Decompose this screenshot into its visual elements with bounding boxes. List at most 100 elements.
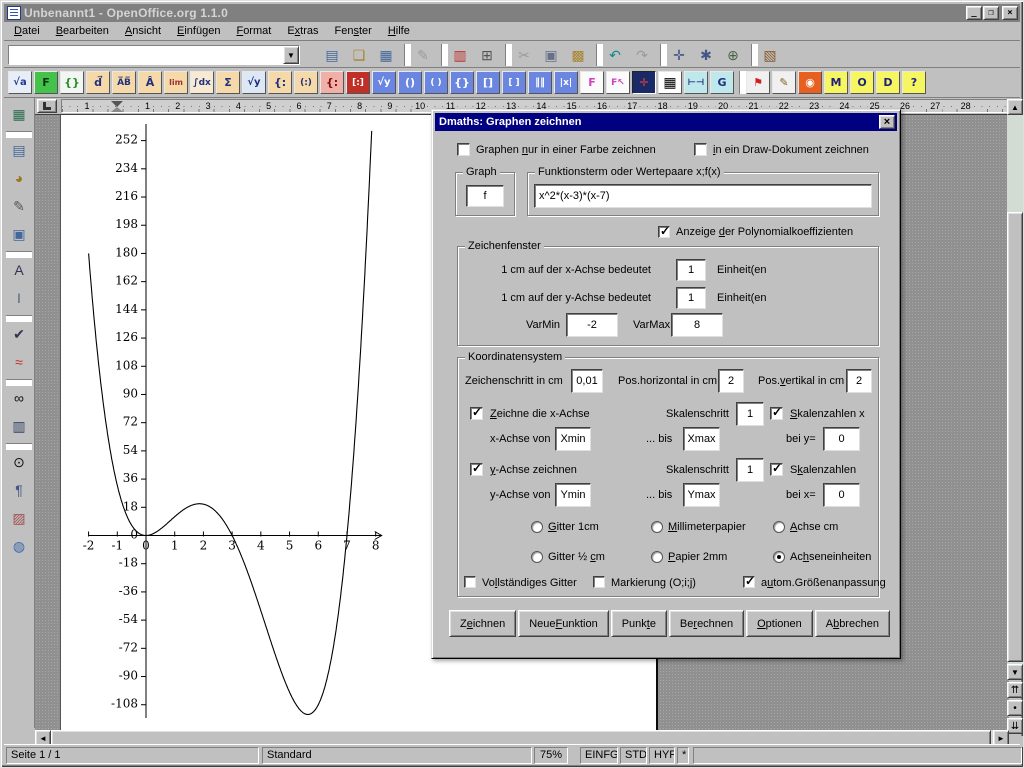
open-icon[interactable]: ❏	[347, 44, 371, 66]
y-scale-field[interactable]: 1	[676, 287, 706, 309]
bracket-colon-red-icon[interactable]: [:]	[346, 71, 370, 94]
zeichenschritt-field[interactable]: 0,01	[571, 369, 603, 393]
draw-graph-icon[interactable]: ✛	[632, 71, 656, 94]
y-bis-field[interactable]: Ymax	[683, 483, 720, 507]
papier-2mm-radio[interactable]	[651, 551, 663, 563]
vector-d-icon[interactable]: d⃗	[86, 71, 110, 94]
segment-ab-icon[interactable]: A̅B̅	[112, 71, 136, 94]
redo-icon[interactable]: ↷	[630, 44, 654, 66]
vertical-scrollbar-track[interactable]	[1007, 115, 1023, 664]
varmin-field[interactable]: -2	[566, 313, 618, 337]
autospellcheck-icon[interactable]: ≈	[6, 350, 32, 374]
status-selection-mode[interactable]: STD	[620, 747, 647, 764]
one-color-checkbox[interactable]	[457, 143, 470, 156]
dmaths-m-icon[interactable]: M	[824, 71, 848, 94]
optionen-button[interactable]: Optionen	[746, 610, 813, 637]
status-hyperlink-mode[interactable]: HYP	[649, 747, 675, 764]
autosize-checkbox[interactable]	[743, 576, 755, 588]
sqrt-y-icon[interactable]: √y	[242, 71, 266, 94]
poly-coefficients-label[interactable]: Anzeige der Polynomialkoeffizienten	[676, 226, 853, 239]
function-f-icon[interactable]: F	[34, 71, 58, 94]
limit-icon[interactable]: lim	[164, 71, 188, 94]
parens-small-icon[interactable]: ()	[398, 71, 422, 94]
x-von-field[interactable]: Xmin	[555, 427, 591, 451]
f-magenta-icon[interactable]: F	[580, 71, 604, 94]
online-layout-icon[interactable]: ◍	[6, 534, 32, 558]
next-page-button[interactable]: ⇊	[1007, 718, 1023, 734]
draw-doc-label[interactable]: in ein Draw-Dokument zeichnen	[713, 144, 869, 157]
y-axis-checkbox[interactable]	[470, 463, 483, 476]
double-bars-icon[interactable]: ‖‖	[528, 71, 552, 94]
previous-page-button[interactable]: ⇈	[1007, 682, 1023, 698]
brace-colon-icon[interactable]: {:	[268, 71, 292, 94]
brace-colon-red-icon[interactable]: {:	[320, 71, 344, 94]
measure-icon[interactable]: ⊢⊣	[684, 71, 708, 94]
paste-icon[interactable]: ▩	[566, 44, 590, 66]
target-icon[interactable]: ◉	[798, 71, 822, 94]
braces-green-icon[interactable]: {}	[60, 71, 84, 94]
images-onoff-icon[interactable]: ▨	[6, 506, 32, 530]
hyperlink-icon[interactable]: ⊕	[721, 44, 745, 66]
find-icon[interactable]: ∞	[6, 386, 32, 410]
achseneinheiten-radio[interactable]	[773, 551, 785, 563]
brackets-large-icon[interactable]: [ ]	[502, 71, 526, 94]
indent-marker[interactable]	[111, 101, 123, 112]
dmaths-help-icon[interactable]: ?	[902, 71, 926, 94]
markierung-checkbox[interactable]	[593, 576, 605, 588]
skalenzahlen-y-checkbox[interactable]	[770, 463, 783, 476]
gallery-icon[interactable]: ▧	[758, 44, 782, 66]
scroll-up-button[interactable]: ▲	[1007, 99, 1023, 115]
neue-funktion-button[interactable]: Neue Funktion	[518, 610, 609, 637]
dialog-titlebar[interactable]: Dmaths: Graphen zeichnen ×	[435, 113, 897, 131]
undo-icon[interactable]: ↶	[603, 44, 627, 66]
save-icon[interactable]: ▦	[374, 44, 398, 66]
draw-doc-checkbox[interactable]	[694, 143, 707, 156]
scroll-down-button[interactable]: ▼	[1007, 664, 1023, 680]
insert-object-icon[interactable]: ◕	[6, 166, 32, 190]
pos-horizontal-field[interactable]: 2	[718, 369, 744, 393]
vollgitter-checkbox[interactable]	[464, 576, 476, 588]
grid-icon[interactable]: ▦	[658, 71, 682, 94]
cut-icon[interactable]: ✂	[512, 44, 536, 66]
bei-x-field[interactable]: 0	[823, 483, 860, 507]
direct-cursor-icon[interactable]: I	[6, 286, 32, 310]
insert-table-icon[interactable]: ▦	[6, 102, 32, 126]
paren-colon-icon[interactable]: (:)	[294, 71, 318, 94]
vertical-scrollbar-thumb[interactable]	[1007, 212, 1023, 662]
berechnen-button[interactable]: Berechnen	[669, 610, 744, 637]
abbrechen-button[interactable]: Abbrechen	[815, 610, 890, 637]
window-close-button[interactable]: ×	[1002, 6, 1018, 20]
data-sources-icon[interactable]: ▥	[6, 414, 32, 438]
gitter-halb-radio[interactable]	[531, 551, 543, 563]
abs-x-icon[interactable]: |x|	[554, 71, 578, 94]
tab-type-button[interactable]	[37, 99, 57, 113]
url-combo-input[interactable]	[9, 46, 283, 64]
papier-2mm-label[interactable]: Papier 2mm	[668, 551, 727, 564]
url-combobox[interactable]: ▼	[8, 45, 300, 65]
flag-icon[interactable]: ⚑	[746, 71, 770, 94]
braces-blue-icon[interactable]: {}	[450, 71, 474, 94]
dmaths-d-icon[interactable]: D	[876, 71, 900, 94]
status-zoom[interactable]: 75%	[534, 747, 568, 764]
vollgitter-label[interactable]: Vollständiges Gitter	[482, 577, 577, 590]
nonprinting-chars-icon[interactable]: ¶	[6, 478, 32, 502]
combo-dropdown-icon[interactable]: ▼	[283, 46, 299, 64]
y-axis-check-label[interactable]: y-Achse zeichnen	[490, 464, 577, 477]
skalenzahlen-x-label[interactable]: Skalenzahlen x	[790, 408, 865, 421]
function-term-input[interactable]	[534, 184, 872, 208]
new-document-icon[interactable]: ▤	[320, 44, 344, 66]
menu-fenster[interactable]: Fenster	[327, 22, 380, 40]
skalenschritt-x-field[interactable]: 1	[736, 402, 764, 426]
achse-cm-radio[interactable]	[773, 521, 785, 533]
y-von-field[interactable]: Ymin	[555, 483, 591, 507]
gitter-halb-label[interactable]: Gitter ½ cm	[548, 551, 605, 564]
x-bis-field[interactable]: Xmax	[683, 427, 720, 451]
x-axis-checkbox[interactable]	[470, 407, 483, 420]
skalenzahlen-y-label[interactable]: Skalenzahlen	[790, 464, 856, 477]
dialog-close-button[interactable]: ×	[879, 115, 895, 129]
menu-extras[interactable]: Extras	[279, 22, 326, 40]
navigation-dot-button[interactable]: •	[1007, 700, 1023, 716]
navigator-icon[interactable]: ✛	[667, 44, 691, 66]
zeichnen-button[interactable]: Zeichnen	[449, 610, 516, 637]
export-pdf-icon[interactable]: ▥	[448, 44, 472, 66]
